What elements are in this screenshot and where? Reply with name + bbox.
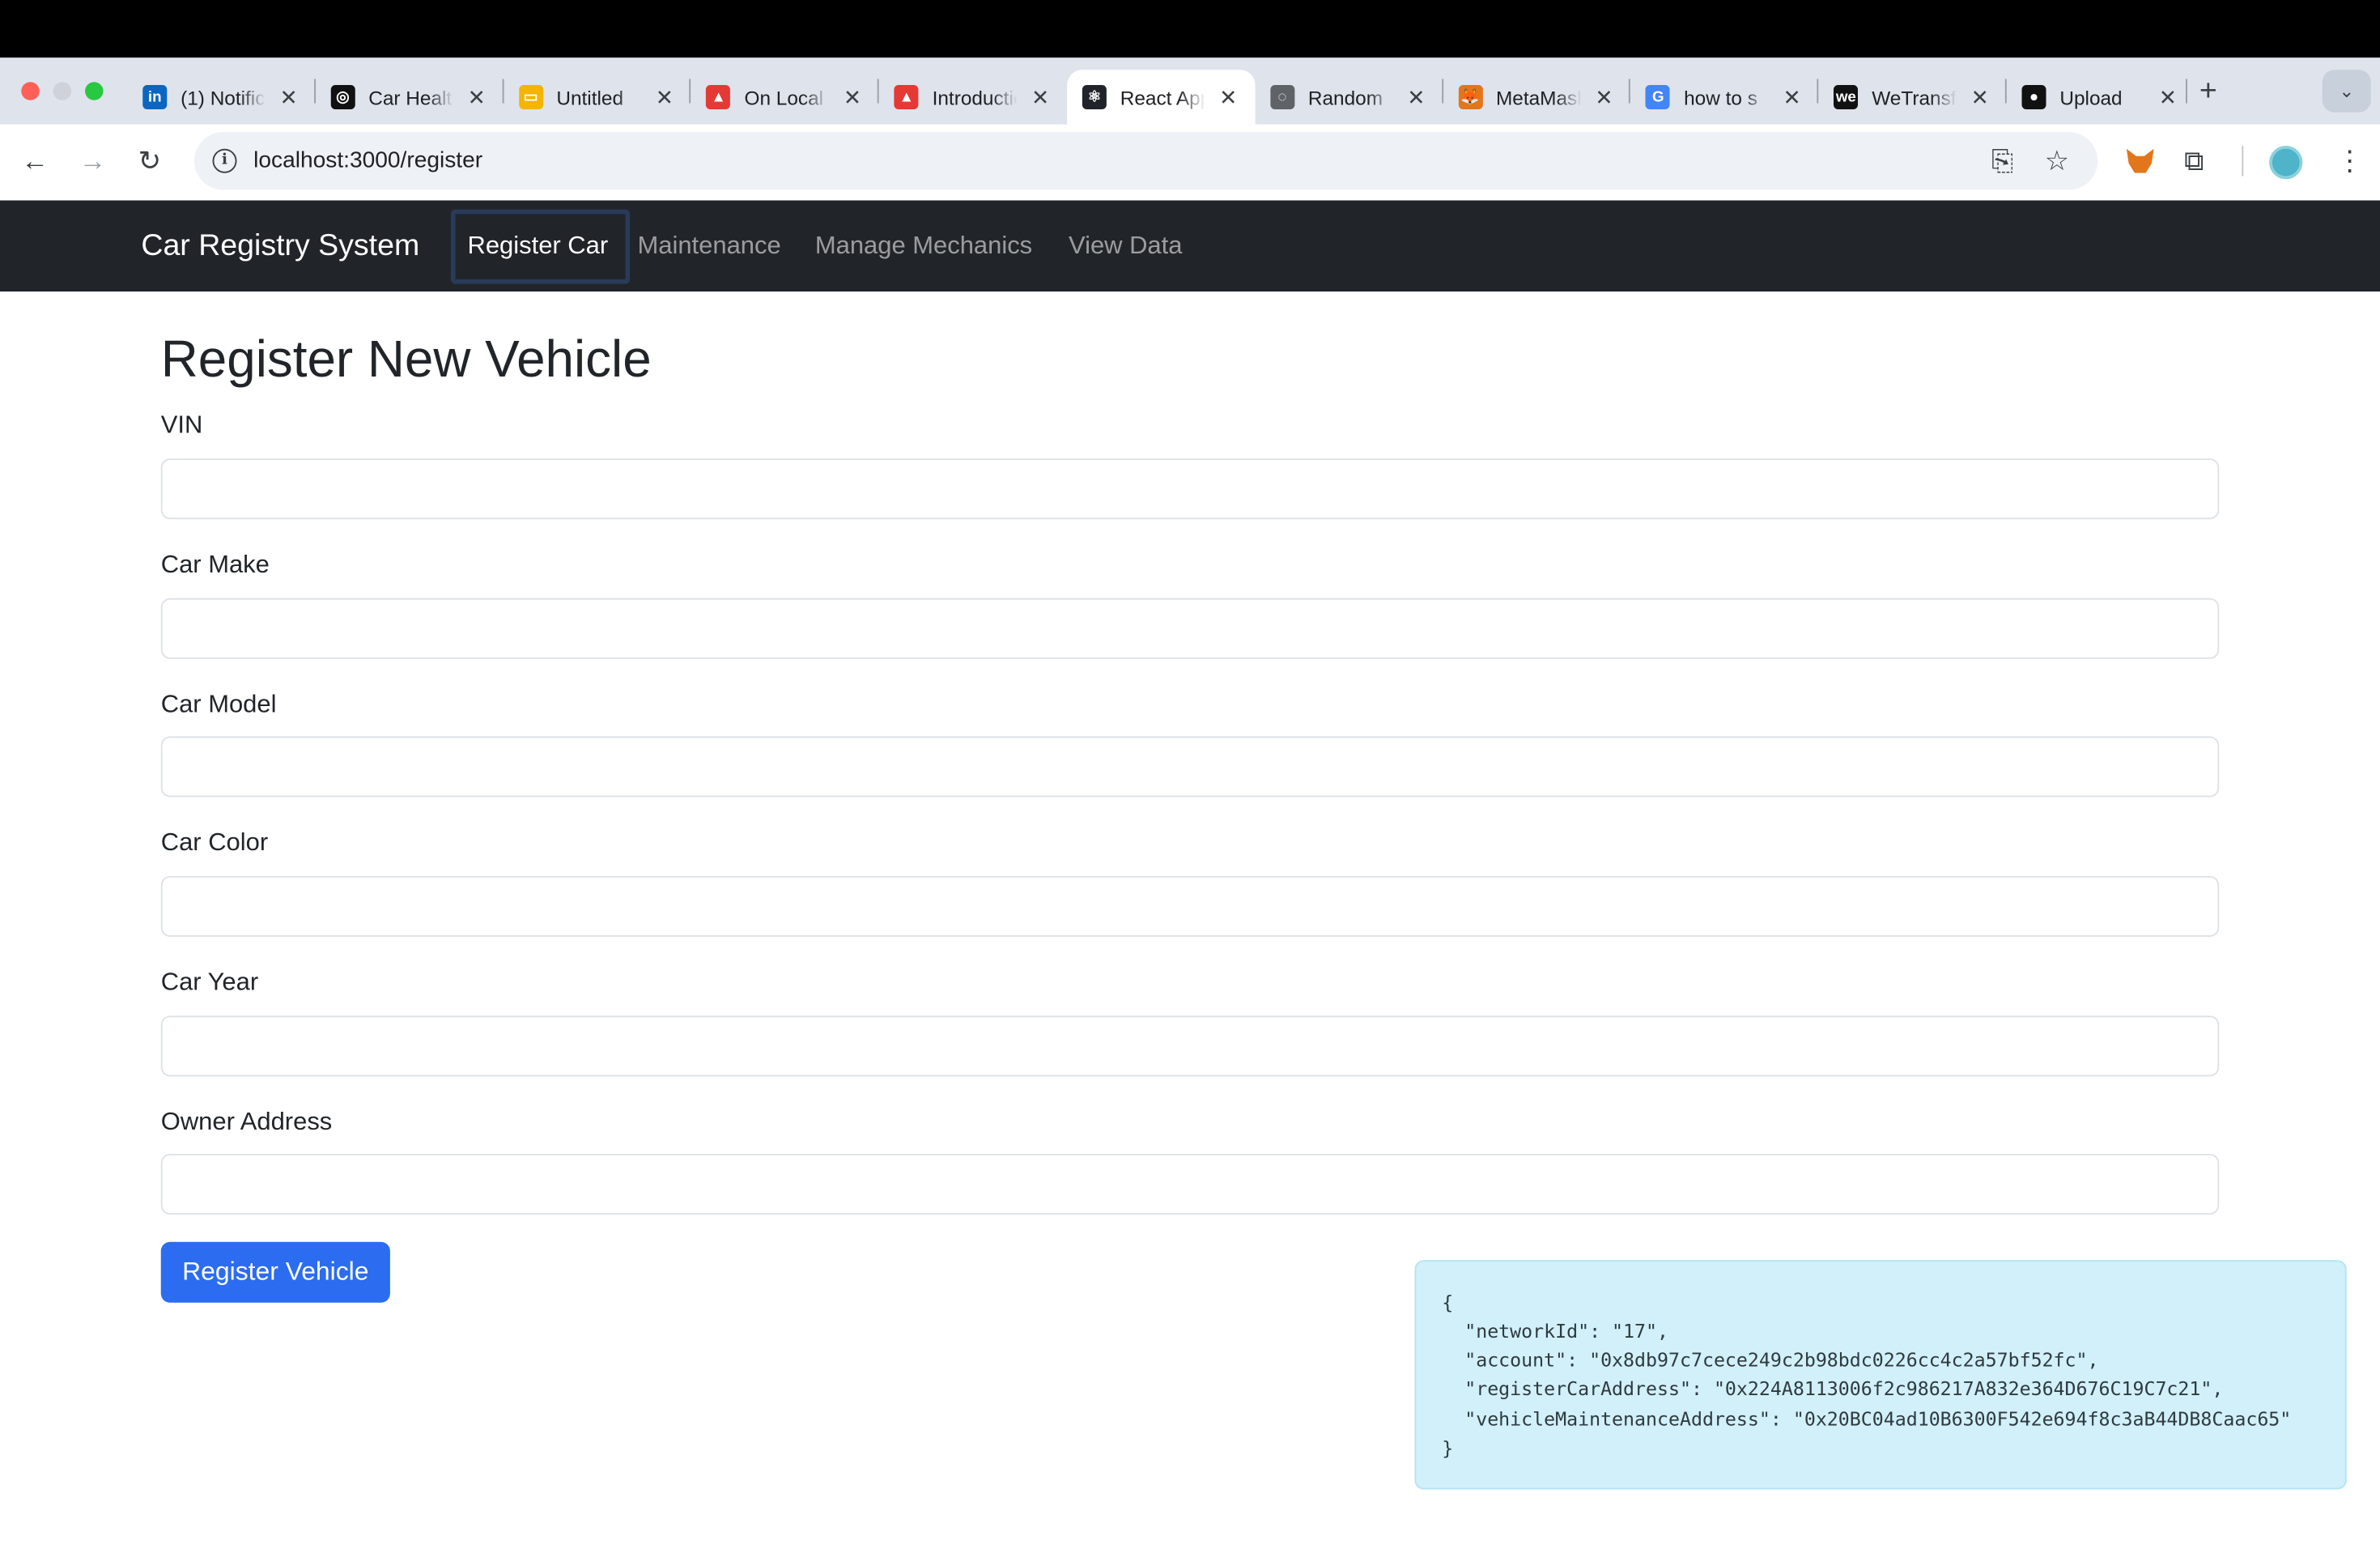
extensions-puzzle-icon[interactable]: ⧉ <box>2184 144 2204 177</box>
close-tab-icon[interactable]: ✕ <box>1595 83 1613 111</box>
browser-tab[interactable]: ◌ Random ✕ <box>1255 70 1443 125</box>
close-tab-icon[interactable]: ✕ <box>279 83 297 111</box>
owner-address-label: Owner Address <box>160 1108 333 1136</box>
json-line: "networkId": "17", <box>1442 1319 1669 1343</box>
tab-title: MetaMask <box>1495 85 1581 109</box>
github-icon: ● <box>2021 85 2046 109</box>
forward-arrow-icon[interactable]: → <box>79 143 107 179</box>
tab-title: Introduction <box>932 85 1018 109</box>
tab-title: Untitled <box>556 85 624 109</box>
triangle-logo-icon: ▲ <box>894 85 919 109</box>
browser-tab[interactable]: ▭ Untitled ✕ <box>504 70 692 125</box>
google-icon: G <box>1646 85 1671 109</box>
close-tab-icon[interactable]: ✕ <box>1219 83 1237 111</box>
car-year-input[interactable] <box>160 1015 2220 1077</box>
navbar-brand[interactable]: Car Registry System <box>141 229 419 264</box>
close-tab-icon[interactable]: ✕ <box>2159 83 2177 111</box>
browser-tab[interactable]: in (1) Notifications ✕ <box>128 70 317 125</box>
minimize-window-button[interactable] <box>53 82 72 100</box>
metamask-icon: 🦊 <box>1458 85 1483 109</box>
close-tab-icon[interactable]: ✕ <box>1031 83 1049 111</box>
json-line: "account": "0x8db97c7cece249c2b98bdc0226… <box>1442 1348 2099 1372</box>
nav-link-maintenance[interactable]: Maintenance <box>638 232 781 262</box>
vin-label: VIN <box>160 411 203 439</box>
install-app-icon[interactable]: ⎘ <box>1991 144 2013 177</box>
contract-info-panel <box>1414 1260 2347 1490</box>
browser-tab[interactable]: we WeTransfer ✕ <box>1819 70 2008 125</box>
react-icon: ⚛ <box>1082 85 1107 109</box>
browser-tab[interactable]: ▲ On Local ✕ <box>691 70 880 125</box>
maximize-window-button[interactable] <box>85 82 104 100</box>
site-info-icon[interactable]: i <box>212 148 237 173</box>
json-line: } <box>1442 1436 1454 1459</box>
page-title: Register New Vehicle <box>160 330 652 389</box>
close-tab-icon[interactable]: ✕ <box>844 83 861 111</box>
browser-tab[interactable]: Ghow to s ✕ <box>1630 70 1819 125</box>
loading-ring-icon: ◌ <box>1269 85 1294 109</box>
close-tab-icon[interactable]: ✕ <box>1971 83 1989 111</box>
browser-window: + ⌄ ← → ↻ i localhost:3000/register ⎘ ☆ … <box>0 0 2380 1549</box>
json-line: { <box>1442 1290 1454 1313</box>
toolbar-divider <box>2242 146 2244 177</box>
profile-avatar[interactable] <box>2269 146 2303 180</box>
browser-tab[interactable]: ◎ Car Health ✕ <box>316 70 504 125</box>
tab-separator <box>2186 79 2187 104</box>
car-model-input[interactable] <box>160 736 2220 798</box>
tab-title: how to s <box>1684 85 1757 109</box>
browser-tab[interactable]: 🦊 MetaMask ✕ <box>1443 70 1631 125</box>
close-tab-icon[interactable]: ✕ <box>1407 83 1425 111</box>
car-make-input[interactable] <box>160 598 2220 659</box>
nav-link-register-car[interactable]: Register Car <box>468 232 609 262</box>
browser-tab[interactable]: ▲ Introduction ✕ <box>879 70 1068 125</box>
tab-title: React App <box>1120 85 1205 109</box>
close-tab-icon[interactable]: ✕ <box>1783 83 1800 111</box>
new-tab-icon[interactable]: + <box>2199 76 2217 107</box>
more-menu-icon[interactable]: ⋮ <box>2336 144 2364 177</box>
close-tab-icon[interactable]: ✕ <box>468 83 486 111</box>
tab-separator <box>501 79 504 104</box>
openai-icon: ◎ <box>330 85 355 109</box>
close-window-button[interactable] <box>21 82 40 100</box>
tab-separator <box>1441 79 1443 104</box>
register-vehicle-button[interactable]: Register Vehicle <box>160 1241 390 1303</box>
tab-search-chevron-icon[interactable]: ⌄ <box>2322 70 2371 113</box>
car-year-label: Car Year <box>160 968 259 996</box>
close-tab-icon[interactable]: ✕ <box>656 83 674 111</box>
tab-title: Upload <box>2059 85 2123 109</box>
browser-tab[interactable]: ⚛ React App ✕ <box>1067 70 1256 125</box>
browser-tab[interactable]: ● Upload ✕ <box>2007 70 2195 125</box>
triangle-logo-icon: ▲ <box>706 85 731 109</box>
tab-title: Random <box>1307 85 1383 109</box>
car-make-label: Car Make <box>160 551 270 579</box>
car-color-label: Car Color <box>160 828 269 857</box>
menu-bar-area <box>0 0 2380 58</box>
url-text[interactable]: localhost:3000/register <box>253 147 482 173</box>
car-model-label: Car Model <box>160 691 277 718</box>
json-line: "registerCarAddress": "0x224A8113006f2c9… <box>1442 1377 2224 1400</box>
slides-icon: ▭ <box>518 85 543 109</box>
linkedin-icon: in <box>142 85 168 109</box>
bookmark-star-icon[interactable]: ☆ <box>2045 144 2069 177</box>
owner-address-input[interactable] <box>160 1154 2220 1215</box>
car-color-input[interactable] <box>160 875 2220 937</box>
nav-link-view-data[interactable]: View Data <box>1069 232 1182 262</box>
tab-title: Car Health <box>368 85 454 109</box>
wetransfer-icon: we <box>1834 85 1859 109</box>
json-line: "vehicleMaintenanceAddress": "0x20BC04ad… <box>1442 1407 2292 1431</box>
reload-icon[interactable]: ↻ <box>138 143 161 179</box>
tab-title: (1) Notifications <box>181 85 266 109</box>
vin-input[interactable] <box>160 458 2220 520</box>
nav-link-manage-mechanics[interactable]: Manage Mechanics <box>815 232 1032 262</box>
back-arrow-icon[interactable]: ← <box>21 143 49 179</box>
tab-title: On Local <box>744 85 824 109</box>
tab-title: WeTransfer <box>1872 85 1957 109</box>
